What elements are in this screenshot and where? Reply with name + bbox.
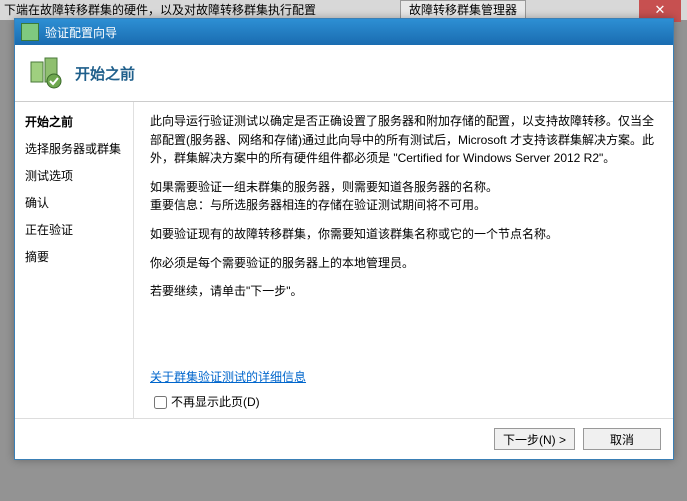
sidebar-item-before-you-begin[interactable]: 开始之前 [15, 108, 133, 135]
wizard-window: 验证配置向导 开始之前 开始之前 选择服务器或群集 测试选项 确认 正在验证 摘… [14, 18, 674, 460]
intro-paragraph-4: 你必须是每个需要验证的服务器上的本地管理员。 [150, 254, 657, 273]
more-info-link[interactable]: 关于群集验证测试的详细信息 [150, 370, 306, 384]
background-tab: 故障转移群集管理器 [400, 0, 526, 20]
background-window-text: 下端在故障转移群集的硬件，以及对故障转移群集执行配置 [0, 0, 687, 20]
intro-paragraph-5: 若要继续，请单击"下一步"。 [150, 282, 657, 301]
header-band: 开始之前 [15, 45, 673, 102]
intro-paragraph-2b: 重要信息：与所选服务器相连的存储在验证测试期间将不可用。 [150, 196, 657, 215]
validation-icon [29, 56, 63, 90]
dont-show-again-label: 不再显示此页(D) [171, 393, 260, 412]
intro-paragraph-1: 此向导运行验证测试以确定是否正确设置了服务器和附加存储的配置，以支持故障转移。仅… [150, 112, 657, 168]
titlebar: 验证配置向导 [15, 19, 673, 45]
cancel-button[interactable]: 取消 [583, 428, 661, 450]
dont-show-again-row[interactable]: 不再显示此页(D) [150, 393, 657, 412]
intro-paragraph-2a: 如果需要验证一组未群集的服务器，则需要知道各服务器的名称。 [150, 178, 657, 197]
sidebar-item-select-servers[interactable]: 选择服务器或群集 [15, 135, 133, 162]
next-button[interactable]: 下一步(N) > [494, 428, 575, 450]
wizard-app-icon [21, 23, 39, 41]
titlebar-text: 验证配置向导 [45, 24, 117, 41]
page-title: 开始之前 [75, 63, 135, 84]
sidebar-item-confirmation[interactable]: 确认 [15, 189, 133, 216]
button-row: 下一步(N) > 取消 [15, 418, 673, 459]
sidebar-item-summary[interactable]: 摘要 [15, 243, 133, 270]
sidebar-item-testing-options[interactable]: 测试选项 [15, 162, 133, 189]
sidebar: 开始之前 选择服务器或群集 测试选项 确认 正在验证 摘要 [15, 102, 134, 418]
intro-paragraph-3: 如要验证现有的故障转移群集，你需要知道该群集名称或它的一个节点名称。 [150, 225, 657, 244]
dont-show-again-checkbox[interactable] [154, 396, 167, 409]
content-panel: 此向导运行验证测试以确定是否正确设置了服务器和附加存储的配置，以支持故障转移。仅… [134, 102, 673, 418]
sidebar-item-validating[interactable]: 正在验证 [15, 216, 133, 243]
